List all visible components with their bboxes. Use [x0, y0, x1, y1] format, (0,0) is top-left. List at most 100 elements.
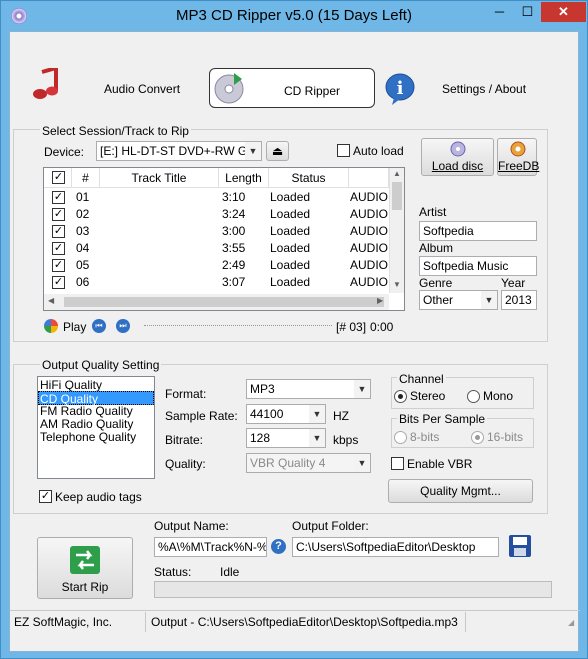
- list-item[interactable]: FM Radio Quality: [40, 404, 133, 418]
- close-button[interactable]: ✕: [541, 2, 586, 22]
- track-type: AUDIO: [350, 241, 389, 255]
- scroll-up-icon[interactable]: ▲: [393, 169, 401, 178]
- header-check[interactable]: ✓: [44, 168, 72, 188]
- maximize-button[interactable]: ☐: [514, 2, 541, 22]
- list-item-selected[interactable]: CD Quality: [38, 391, 154, 406]
- tab-settings-about-label[interactable]: Settings / About: [442, 82, 526, 96]
- status-separator: [145, 612, 146, 632]
- output-path-text: Output - C:\Users\SoftpediaEditor\Deskto…: [151, 615, 458, 629]
- track-row[interactable]: ✓ 05 2:49 Loaded AUDIO: [44, 257, 389, 274]
- bits16-label: 16-bits: [487, 430, 524, 444]
- bits8-radio[interactable]: [394, 431, 407, 444]
- header-title[interactable]: Track Title: [100, 168, 219, 188]
- quality-preset-list[interactable]: HiFi Quality CD Quality FM Radio Quality…: [37, 376, 155, 479]
- mono-label: Mono: [483, 389, 514, 403]
- tab-cd-ripper[interactable]: CD Ripper: [209, 68, 375, 108]
- year-input[interactable]: 2013: [501, 290, 537, 310]
- settings-about-tab[interactable]: i: [384, 72, 416, 106]
- save-folder-icon[interactable]: [509, 535, 531, 557]
- track-row[interactable]: ✓ 03 3:00 Loaded AUDIO: [44, 223, 389, 240]
- artist-input[interactable]: Softpedia: [419, 221, 537, 241]
- seek-slider[interactable]: [144, 325, 332, 328]
- session-group-label: Select Session/Track to Rip: [40, 124, 191, 138]
- bitrate-label: Bitrate:: [165, 433, 204, 447]
- vbr-quality-select[interactable]: VBR Quality 4 ▼: [246, 453, 371, 473]
- genre-value: Other: [423, 293, 454, 307]
- track-type: AUDIO: [350, 224, 389, 238]
- bits16-radio[interactable]: [471, 431, 484, 444]
- header-status[interactable]: Status: [269, 168, 349, 188]
- start-rip-button[interactable]: Start Rip: [37, 537, 133, 599]
- track-row[interactable]: ✓ 01 3:10 Loaded AUDIO: [44, 189, 389, 206]
- track-row[interactable]: ✓ 04 3:55 Loaded AUDIO: [44, 240, 389, 257]
- track-number: 04: [76, 241, 90, 255]
- list-item[interactable]: AM Radio Quality: [40, 417, 133, 431]
- track-list[interactable]: ✓ # Track Title Length Status ✓ 01 3:10 …: [43, 167, 405, 311]
- device-select[interactable]: [E:] HL-DT-ST DVD+-RW GT6 ▼: [96, 141, 262, 161]
- auto-load-checkbox[interactable]: [337, 144, 350, 157]
- format-select[interactable]: MP3 ▼: [246, 379, 371, 399]
- track-status: Loaded: [270, 241, 311, 255]
- load-disc-label: Load disc: [431, 159, 484, 173]
- chevron-down-icon: ▼: [245, 142, 261, 160]
- track-type: AUDIO: [350, 207, 389, 221]
- vbr-quality-value: VBR Quality 4: [250, 456, 326, 470]
- album-input[interactable]: Softpedia Music: [419, 256, 537, 276]
- output-folder-input[interactable]: C:\Users\SoftpediaEditor\Desktop: [292, 537, 499, 557]
- channel-label: Channel: [397, 372, 446, 386]
- help-icon[interactable]: ?: [271, 539, 286, 554]
- chevron-down-icon: ▼: [354, 380, 370, 398]
- track-checkbox[interactable]: ✓: [52, 276, 65, 289]
- output-folder-label: Output Folder:: [292, 519, 369, 533]
- music-note-icon: [33, 65, 58, 99]
- scroll-thumb-horizontal[interactable]: [64, 297, 384, 307]
- eject-button[interactable]: ⏏: [266, 141, 289, 161]
- title-bar[interactable]: MP3 CD Ripper v5.0 (15 Days Left) ─ ☐ ✕: [1, 1, 587, 31]
- header-extra[interactable]: [349, 168, 389, 188]
- stereo-radio[interactable]: [394, 390, 407, 403]
- sample-rate-select[interactable]: 44100 ▼: [246, 404, 326, 424]
- track-checkbox[interactable]: ✓: [52, 208, 65, 221]
- track-checkbox[interactable]: ✓: [52, 225, 65, 238]
- track-row[interactable]: ✓ 06 3:07 Loaded AUDIO: [44, 274, 389, 291]
- info-icon: i: [385, 73, 415, 105]
- play-label[interactable]: Play: [63, 320, 86, 334]
- enable-vbr-checkbox[interactable]: [391, 457, 404, 470]
- track-length: 3:24: [222, 207, 246, 221]
- scroll-left-icon[interactable]: ◀: [48, 296, 54, 305]
- bitrate-value: 128: [250, 431, 271, 445]
- track-checkbox[interactable]: ✓: [52, 242, 65, 255]
- bitrate-select[interactable]: 128 ▼: [246, 428, 326, 448]
- previous-track-icon[interactable]: ⏮: [92, 319, 106, 333]
- header-length[interactable]: Length: [219, 168, 269, 188]
- device-value: [E:] HL-DT-ST DVD+-RW GT6: [100, 144, 262, 158]
- list-item[interactable]: HiFi Quality: [40, 378, 102, 392]
- quality-mgmt-button[interactable]: Quality Mgmt...: [388, 479, 533, 503]
- vertical-scrollbar[interactable]: ▲ ▼: [389, 168, 404, 293]
- load-disc-button[interactable]: Load disc: [421, 138, 494, 176]
- track-number: 01: [76, 190, 90, 204]
- keep-tags-checkbox[interactable]: ✓: [39, 490, 52, 503]
- scroll-down-icon[interactable]: ▼: [393, 280, 401, 289]
- scroll-right-icon[interactable]: ▶: [377, 296, 383, 305]
- track-type: AUDIO: [350, 275, 389, 289]
- track-checkbox[interactable]: ✓: [52, 191, 65, 204]
- play-icon[interactable]: [44, 319, 58, 333]
- audio-convert-tab[interactable]: [32, 65, 72, 112]
- track-row[interactable]: ✓ 02 3:24 Loaded AUDIO: [44, 206, 389, 223]
- next-track-icon[interactable]: ⏭: [116, 319, 130, 333]
- select-all-checkbox[interactable]: ✓: [52, 171, 65, 184]
- mono-radio[interactable]: [467, 390, 480, 403]
- header-number[interactable]: #: [72, 168, 100, 188]
- track-checkbox[interactable]: ✓: [52, 259, 65, 272]
- tab-audio-convert-label[interactable]: Audio Convert: [104, 82, 180, 96]
- scroll-thumb[interactable]: [392, 182, 402, 210]
- resize-grip-icon[interactable]: ◢: [568, 618, 574, 627]
- horizontal-scrollbar[interactable]: ◀: [44, 294, 389, 310]
- output-name-input[interactable]: %A\%M\Track%N-%T: [154, 537, 267, 557]
- format-value: MP3: [250, 382, 275, 396]
- list-item[interactable]: Telephone Quality: [40, 430, 136, 444]
- minimize-button[interactable]: ─: [486, 2, 513, 22]
- genre-select[interactable]: Other ▼: [419, 290, 498, 310]
- freedb-button[interactable]: FreeDB: [497, 138, 539, 176]
